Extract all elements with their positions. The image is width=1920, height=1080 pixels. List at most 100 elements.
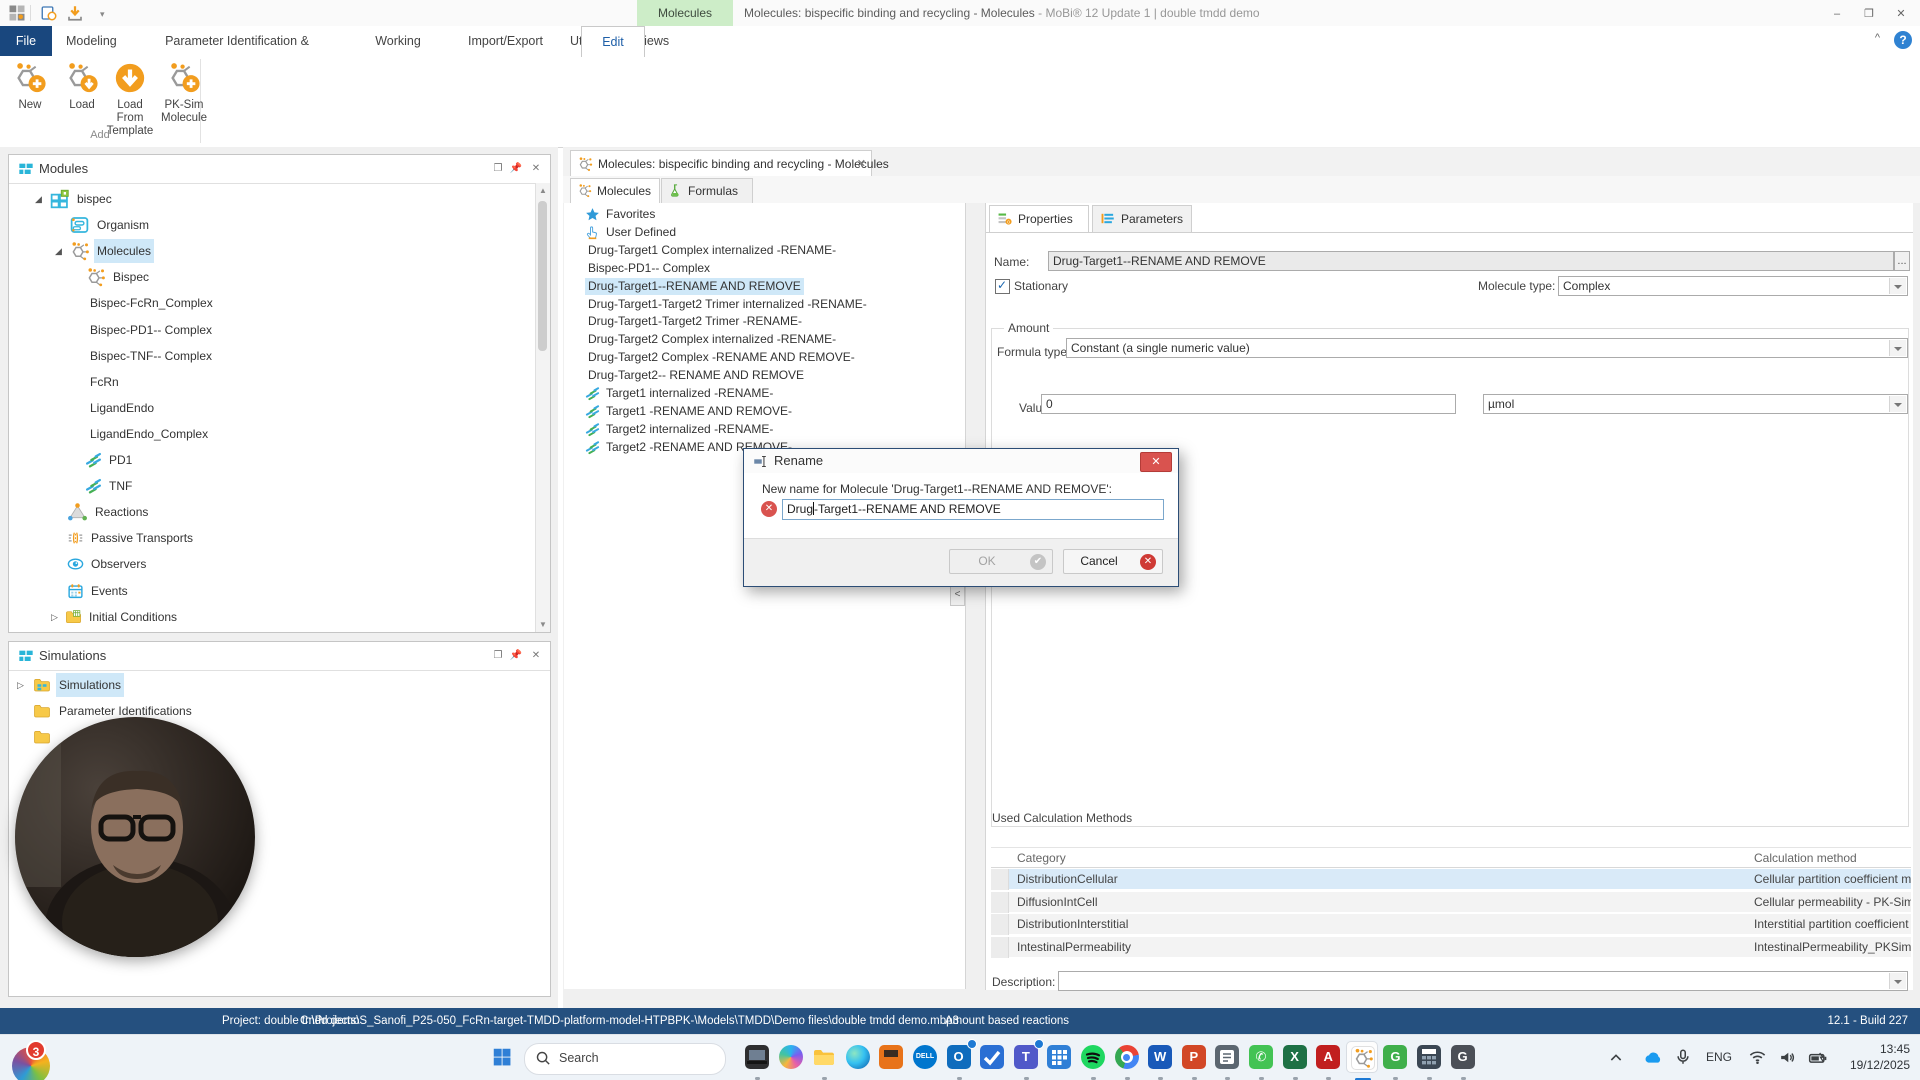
microphone-icon[interactable] bbox=[1674, 1048, 1694, 1068]
taskbar-app-powerpoint[interactable]: P bbox=[1178, 1041, 1210, 1080]
help-icon[interactable]: ? bbox=[1894, 31, 1912, 49]
taskbar-app-word[interactable]: W bbox=[1144, 1041, 1176, 1080]
subtab-formulas[interactable]: Formulas bbox=[661, 178, 753, 204]
wifi-icon[interactable] bbox=[1748, 1048, 1768, 1068]
taskbar-app-mobi[interactable] bbox=[1345, 1041, 1378, 1080]
quick-access-save-icon[interactable] bbox=[66, 4, 84, 22]
taskbar-app-spotify[interactable] bbox=[1077, 1041, 1109, 1080]
taskbar-app-excel[interactable]: X bbox=[1279, 1041, 1311, 1080]
taskbar-app-outlook[interactable]: O bbox=[943, 1039, 977, 1080]
tab-properties[interactable]: 0 Properties bbox=[989, 205, 1089, 233]
taskbar-app-file-explorer[interactable] bbox=[808, 1041, 840, 1080]
tree-item-observers[interactable]: Observers bbox=[9, 552, 535, 576]
collapse-ribbon-icon[interactable]: ^ bbox=[1875, 32, 1880, 44]
list-item-drug-target2-rename-and-remove[interactable]: Drug-Target2-- RENAME AND REMOVE bbox=[585, 367, 965, 384]
close-button[interactable]: ✕ bbox=[1888, 6, 1914, 22]
stationary-checkbox[interactable] bbox=[995, 278, 1010, 294]
tree-item-initial-conditions[interactable]: ▷ Initial Conditions bbox=[9, 605, 535, 629]
list-item-target1-internalized-rename-[interactable]: Target1 internalized -RENAME- bbox=[585, 385, 965, 402]
taskbar-app-chrome[interactable] bbox=[1111, 1041, 1143, 1080]
float-panel-icon[interactable]: ❐ bbox=[490, 649, 506, 663]
tree-item-ligandendo[interactable]: LigandEndo bbox=[9, 396, 535, 420]
cancel-button[interactable]: Cancel ✕ bbox=[1063, 549, 1163, 574]
ribbon-tab-working-journal[interactable]: Working Journal bbox=[350, 26, 446, 78]
tree-item-bispec-tnf-complex[interactable]: Bispec-TNF-- Complex bbox=[9, 344, 535, 368]
name-field[interactable]: Drug-Target1--RENAME AND REMOVE bbox=[1048, 251, 1894, 271]
close-tab-icon[interactable]: ✕ bbox=[857, 157, 866, 170]
chevron-down-icon[interactable] bbox=[1889, 396, 1906, 412]
close-panel-icon[interactable]: ✕ bbox=[528, 162, 544, 176]
tree-item-bispec[interactable]: ◢ bispec bbox=[9, 187, 535, 211]
battery-icon[interactable] bbox=[1808, 1048, 1828, 1068]
ribbon-tab-modeling[interactable]: Modeling bbox=[54, 26, 124, 56]
list-item-target1-rename-and-remove-[interactable]: Target1 -RENAME AND REMOVE- bbox=[585, 403, 965, 420]
list-item-target2-internalized-rename-[interactable]: Target2 internalized -RENAME- bbox=[585, 421, 965, 438]
unit-combo[interactable]: µmol bbox=[1483, 394, 1908, 414]
ucm-header-category[interactable]: Category bbox=[1009, 848, 1746, 869]
taskbar-app-calculator[interactable] bbox=[1413, 1041, 1445, 1080]
taskbar-app-edge[interactable] bbox=[842, 1041, 874, 1073]
tree-item-pd1[interactable]: PD1 bbox=[9, 448, 535, 472]
clock[interactable]: 13:45 19/12/2025 bbox=[1850, 1041, 1910, 1073]
search-bar[interactable]: Search bbox=[524, 1043, 726, 1075]
dialog-title-bar[interactable]: Rename ✕ bbox=[744, 449, 1178, 473]
list-item-bispec-pd1-complex[interactable]: Bispec-PD1-- Complex bbox=[585, 260, 965, 277]
tree-item-ligandendo-complex[interactable]: LigandEndo_Complex bbox=[9, 422, 535, 446]
list-item-favorites[interactable]: Favorites bbox=[585, 206, 965, 223]
ribbon-tab-edit-molecule[interactable]: Edit Molecule bbox=[581, 26, 645, 79]
maximize-button[interactable]: ❐ bbox=[1856, 6, 1882, 22]
tree-item-bispec-pd1-complex[interactable]: Bispec-PD1-- Complex bbox=[9, 318, 535, 342]
list-item-drug-target1-target2-trimer-internalized-rename-[interactable]: Drug-Target1-Target2 Trimer internalized… bbox=[585, 296, 965, 313]
tree-item-reactions[interactable]: Reactions bbox=[9, 500, 535, 524]
sim-item-parameter-identifications[interactable]: Parameter Identifications bbox=[9, 699, 550, 723]
list-item-drug-target2-complex-rename-and-remove-[interactable]: Drug-Target2 Complex -RENAME AND REMOVE- bbox=[585, 349, 965, 366]
taskbar-app-remote-desktop[interactable] bbox=[741, 1041, 773, 1080]
onedrive-icon[interactable] bbox=[1642, 1048, 1662, 1068]
expand-arrow-icon[interactable]: ▷ bbox=[17, 673, 27, 697]
quick-access-customize-icon[interactable]: ▾ bbox=[100, 9, 105, 20]
taskbar-app-store[interactable] bbox=[875, 1041, 907, 1073]
taskbar-app-greenshot[interactable]: G bbox=[1379, 1041, 1411, 1080]
chevron-down-icon[interactable] bbox=[1889, 973, 1906, 989]
tree-item-fcrn[interactable]: FcRn bbox=[9, 370, 535, 394]
collapse-arrow-icon[interactable]: ◢ bbox=[35, 187, 45, 211]
list-item-drug-target1-target2-trimer-rename-[interactable]: Drug-Target1-Target2 Trimer -RENAME- bbox=[585, 313, 965, 330]
taskbar-app-dell[interactable]: DELL bbox=[909, 1041, 941, 1073]
chevron-down-icon[interactable] bbox=[1889, 278, 1906, 294]
taskbar-app-teams[interactable]: T bbox=[1010, 1039, 1044, 1080]
ribbon-button-load[interactable]: Load bbox=[56, 61, 108, 112]
pin-panel-icon[interactable]: 📌 bbox=[508, 649, 524, 663]
rename-input[interactable]: Drug-Target1--RENAME AND REMOVE bbox=[782, 499, 1164, 520]
subtab-molecules[interactable]: Molecules bbox=[570, 178, 660, 204]
name-more-button[interactable]: ... bbox=[1894, 251, 1910, 271]
volume-icon[interactable] bbox=[1778, 1048, 1798, 1068]
pin-panel-icon[interactable]: 📌 bbox=[508, 162, 524, 176]
ribbon-tab-import-export[interactable]: Import/Export bbox=[456, 26, 548, 56]
collapse-arrow-icon[interactable]: ◢ bbox=[55, 239, 65, 263]
ribbon-tab-file[interactable]: File bbox=[0, 26, 52, 56]
close-panel-icon[interactable]: ✕ bbox=[528, 649, 544, 663]
dialog-close-button[interactable]: ✕ bbox=[1140, 452, 1172, 472]
ribbon-tab-parameter-identification-sensitivity[interactable]: Parameter Identification & Sensitivity bbox=[134, 26, 340, 78]
tree-item-bispec[interactable]: Bispec bbox=[9, 265, 535, 289]
table-row[interactable]: DistributionInterstitial Interstitial par… bbox=[991, 914, 1911, 935]
tree-item-molecules[interactable]: ◢ Molecules bbox=[9, 239, 535, 264]
taskbar-app-snipping-tool[interactable] bbox=[1211, 1041, 1243, 1080]
ok-button[interactable]: OK ✔ bbox=[949, 549, 1053, 574]
float-panel-icon[interactable]: ❐ bbox=[490, 162, 506, 176]
table-row[interactable]: DistributionCellular Cellular partition c… bbox=[991, 869, 1911, 890]
sim-item-simulations[interactable]: ▷ Simulations bbox=[9, 673, 550, 697]
tree-item-passive-transports[interactable]: Passive Transports bbox=[9, 526, 535, 550]
taskbar-app-acrobat[interactable]: A bbox=[1312, 1041, 1344, 1080]
tray-chevron-up-icon[interactable] bbox=[1608, 1050, 1628, 1070]
chevron-down-icon[interactable] bbox=[1889, 340, 1906, 356]
expand-arrow-icon[interactable]: ▷ bbox=[51, 605, 61, 629]
modules-tree-scrollbar[interactable]: ▲ ▼ bbox=[535, 183, 550, 632]
tab-parameters[interactable]: Parameters bbox=[1092, 205, 1192, 233]
molecule-type-combo[interactable]: Complex bbox=[1558, 276, 1908, 296]
taskbar-app-whatsapp[interactable]: ✆ bbox=[1245, 1041, 1277, 1080]
tree-item-organism[interactable]: Organism bbox=[9, 213, 535, 237]
language-indicator[interactable]: ENG bbox=[1706, 1050, 1732, 1064]
minimize-button[interactable]: – bbox=[1824, 6, 1850, 22]
document-tab[interactable]: Molecules: bispecific binding and recycl… bbox=[570, 150, 889, 177]
